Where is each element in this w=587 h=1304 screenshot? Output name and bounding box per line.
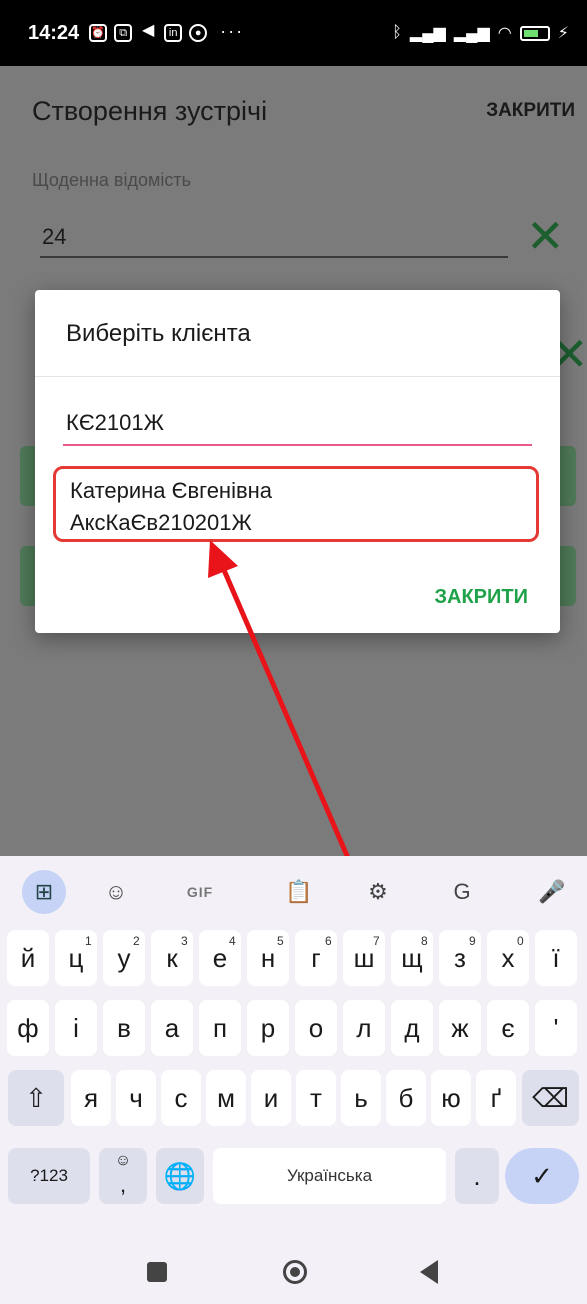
letter-key[interactable]: ' (535, 1000, 577, 1056)
hint-digit: 7 (373, 934, 380, 948)
client-search-underline (63, 444, 532, 446)
letter-key[interactable]: ґ (476, 1070, 516, 1126)
emoji-icon: ☺ (114, 1152, 132, 1169)
app-close-button[interactable]: ЗАКРИТИ (486, 100, 575, 122)
dialog-close-button[interactable]: ЗАКРИТИ (435, 586, 529, 609)
client-suggestion-name: Катерина Євгенівна (70, 478, 273, 503)
apps-grid-icon[interactable]: ⊞ (22, 870, 66, 914)
letter-key[interactable]: є (487, 1000, 529, 1056)
comma-label: , (119, 1172, 127, 1197)
navigation-bar (0, 1230, 587, 1304)
dialog-divider (35, 376, 560, 377)
wifi-icon: ◠ (497, 25, 512, 42)
hint-digit: 9 (469, 934, 476, 948)
letter-key[interactable]: и (251, 1070, 291, 1126)
period-key[interactable]: . (455, 1148, 499, 1204)
notification-icons: ⏰ ⧉ ◀ in ● ··· (89, 21, 245, 42)
linkedin-icon: in (164, 24, 183, 42)
more-notifications-icon: ··· (220, 21, 245, 41)
signal-icon: ▂▄▆ (409, 25, 446, 42)
letter-key[interactable]: п (199, 1000, 241, 1056)
letter-key[interactable]: м (206, 1070, 246, 1126)
keyboard-toolbar: ⊞ ☺ GIF 📋 ⚙ G 🎤 (0, 862, 587, 922)
symbols-key[interactable]: ?123 (8, 1148, 90, 1204)
space-key[interactable]: Українська (213, 1148, 446, 1204)
letter-key[interactable]: т (296, 1070, 336, 1126)
gif-button[interactable]: GIF (178, 870, 222, 914)
letter-key[interactable]: ж (439, 1000, 481, 1056)
status-time: 14:24 (28, 21, 80, 44)
letter-key[interactable]: о (295, 1000, 337, 1056)
telegram-icon: ◀ (142, 22, 155, 39)
hint-digit: 6 (325, 934, 332, 948)
letter-key[interactable]: а (151, 1000, 193, 1056)
status-bar: 14:24 ⏰ ⧉ ◀ in ● ··· ᛒ ▂▄▆ ▂▄▆ ◠ ⚡ (0, 0, 587, 66)
alarm-icon: ⏰ (89, 24, 108, 42)
select-client-dialog: Виберіть клієнта КЄ2101Ж Катерина Євгені… (35, 290, 560, 633)
clear-icon[interactable]: ✕ (526, 213, 566, 259)
clipboard-icon[interactable]: 📋 (277, 870, 321, 914)
system-status-icons: ᛒ ▂▄▆ ▂▄▆ ◠ ⚡ (392, 23, 569, 43)
letter-key[interactable]: д (391, 1000, 433, 1056)
charging-icon: ⚡ (557, 25, 569, 42)
client-suggestion-code: АксКаЄв210201Ж (70, 510, 252, 535)
enter-key[interactable]: ✓ (505, 1148, 579, 1204)
hint-digit: 1 (85, 934, 92, 948)
letter-key[interactable]: ї (535, 930, 577, 986)
globe-icon[interactable]: 🌐 (156, 1148, 204, 1204)
daily-sheet-label: Щоденна відомість (32, 170, 191, 190)
app-circle-icon: ● (189, 24, 208, 42)
letter-key[interactable]: ч (116, 1070, 156, 1126)
letter-key[interactable]: ь (341, 1070, 381, 1126)
letter-key[interactable]: й (7, 930, 49, 986)
letter-key[interactable]: в (103, 1000, 145, 1056)
letter-key[interactable]: і (55, 1000, 97, 1056)
letter-key[interactable]: я (71, 1070, 111, 1126)
translate-icon[interactable]: G (440, 870, 484, 914)
letter-key[interactable]: ю (431, 1070, 471, 1126)
letter-key[interactable]: б (386, 1070, 426, 1126)
hint-digit: 4 (229, 934, 236, 948)
hint-digit: 2 (133, 934, 140, 948)
keyboard: ⊞ ☺ GIF 📋 ⚙ G 🎤 йц1у2к3е4н5г6ш7щ8з9х0ї ф… (0, 856, 587, 1230)
shift-key[interactable]: ⇧ (8, 1070, 64, 1126)
hint-digit: 8 (421, 934, 428, 948)
page-title: Створення зустрічі (32, 96, 268, 126)
battery-icon (519, 25, 550, 41)
app-icon: ⧉ (114, 24, 133, 42)
daily-sheet-underline (40, 256, 508, 258)
hint-digit: 3 (181, 934, 188, 948)
backspace-key[interactable]: ⌫ (522, 1070, 579, 1126)
letter-key[interactable]: с (161, 1070, 201, 1126)
hint-digit: 0 (517, 934, 524, 948)
back-button[interactable] (420, 1260, 438, 1284)
signal-2-icon: ▂▄▆ (453, 25, 490, 42)
letter-key[interactable]: л (343, 1000, 385, 1056)
microphone-icon[interactable]: 🎤 (530, 870, 574, 914)
letter-key[interactable]: р (247, 1000, 289, 1056)
daily-sheet-input[interactable]: 24 (42, 224, 66, 250)
sticker-icon[interactable]: ☺ (94, 870, 138, 914)
home-button[interactable] (283, 1260, 307, 1284)
emoji-comma-key[interactable]: , ☺ (99, 1148, 147, 1204)
recents-button[interactable] (147, 1262, 167, 1282)
client-suggestion-item[interactable]: Катерина Євгенівна АксКаЄв210201Ж (53, 466, 539, 542)
hint-digit: 5 (277, 934, 284, 948)
dialog-title: Виберіть клієнта (66, 320, 251, 347)
letter-key[interactable]: ф (7, 1000, 49, 1056)
bluetooth-icon: ᛒ (392, 24, 402, 41)
settings-gear-icon[interactable]: ⚙ (356, 870, 400, 914)
client-search-input[interactable]: КЄ2101Ж (66, 410, 164, 436)
